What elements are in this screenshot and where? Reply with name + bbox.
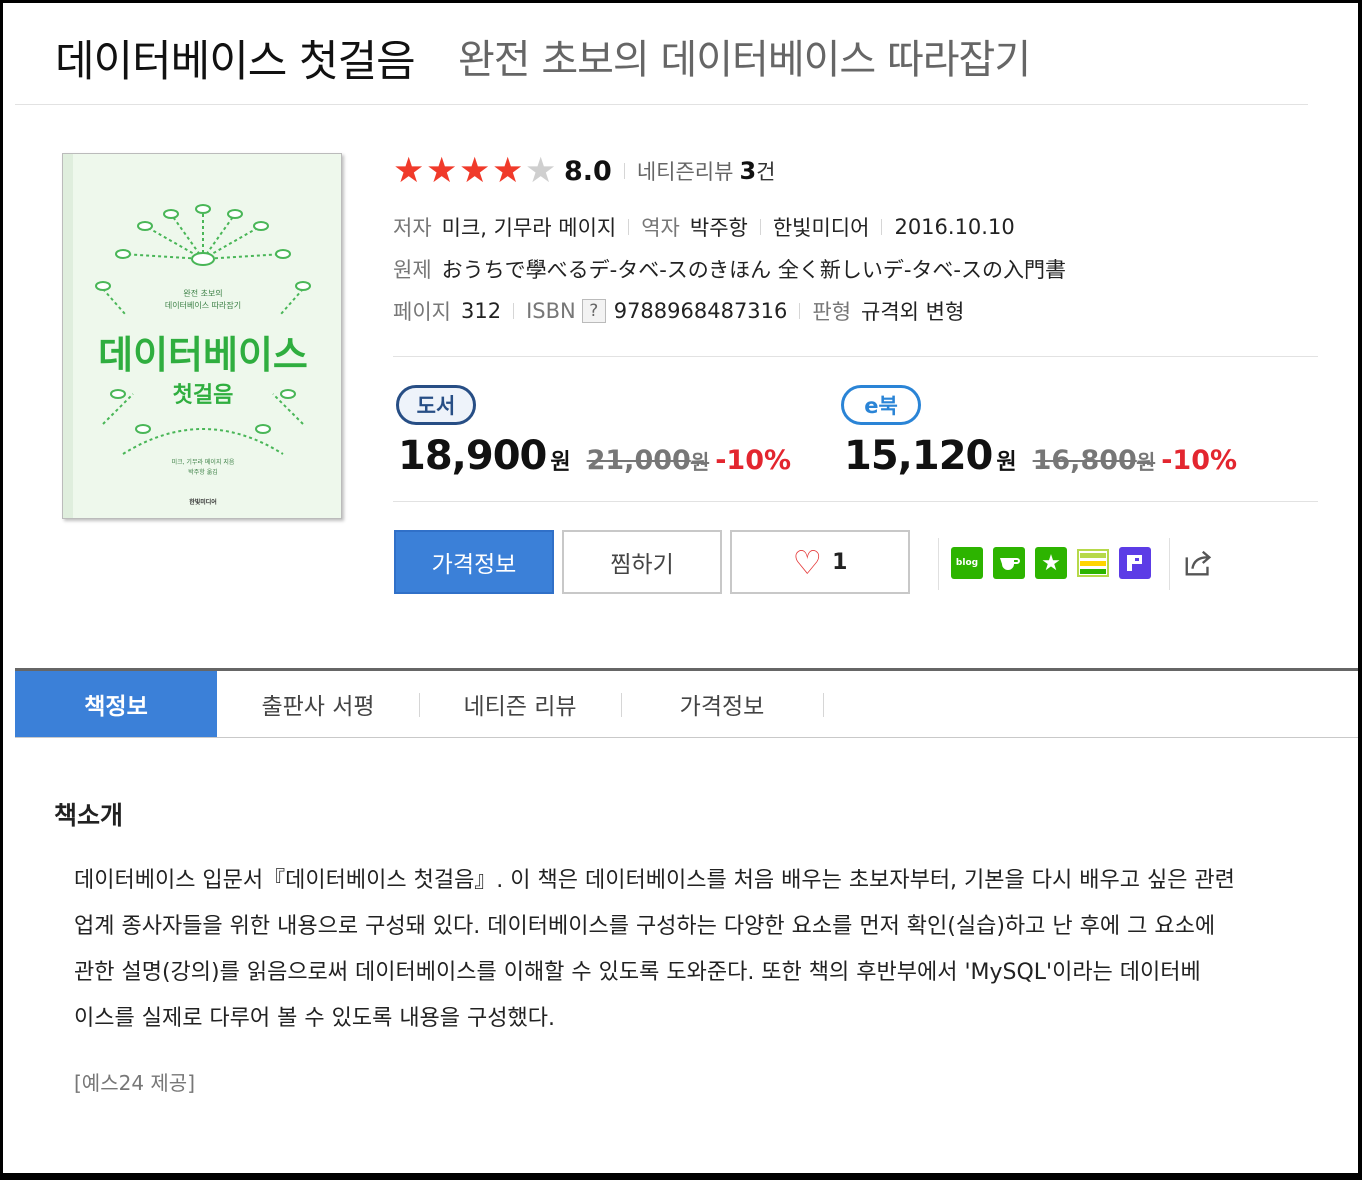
translator-label: 역자 bbox=[641, 216, 680, 240]
p-glyph bbox=[1127, 555, 1142, 571]
book-badge[interactable]: 도서 bbox=[396, 385, 476, 425]
blog-icon-label: blog bbox=[955, 558, 979, 568]
tab-book-info[interactable]: 책정보 bbox=[15, 671, 217, 737]
cover-series-line1: 완전 초보의 bbox=[183, 288, 222, 298]
cover-subtitle: 첫걸음 bbox=[173, 383, 234, 408]
book-price-unit: 원 bbox=[550, 450, 571, 475]
ebook-price: 15,120 bbox=[844, 433, 993, 479]
format-label: 판형 bbox=[812, 300, 852, 324]
book-original-price: 21,000 bbox=[586, 445, 691, 476]
list-glyph bbox=[1077, 549, 1109, 577]
description-line: 업계 종사자들을 위한 내용으로 구성돼 있다. 데이터베이스를 구성하는 다양… bbox=[74, 914, 1216, 939]
description-line: 관한 설명(강의)를 읽음으로써 데이터베이스를 이해할 수 있도록 도와준다.… bbox=[74, 960, 1201, 985]
divider bbox=[759, 219, 761, 235]
share-glyph bbox=[1185, 550, 1212, 576]
like-count: 1 bbox=[832, 549, 848, 575]
cover-series-line2: 데이터베이스 따라잡기 bbox=[165, 300, 241, 310]
source-credit: [예스24 제공] bbox=[74, 1071, 196, 1095]
cup-glyph bbox=[1000, 558, 1020, 570]
section-title: 책소개 bbox=[54, 801, 124, 830]
meta-row-authors: 저자 미크, 기무라 메이지 역자 박주항 한빛미디어 2016.10.10 bbox=[393, 212, 1015, 242]
original-title-value: おうちで學べるデ-タベ-スのきほん 全く新しいデ-タベ-スの入門書 bbox=[441, 258, 1066, 282]
divider bbox=[1169, 538, 1170, 590]
description-line: 이스를 실제로 다루어 볼 수 있도록 내용을 구성했다. bbox=[74, 1006, 555, 1031]
star-empty-icon: ★ bbox=[525, 150, 557, 191]
book-original-unit: 원 bbox=[690, 450, 710, 474]
meta-row-details: 페이지 312 ISBN ? 9788968487316 판형 규격외 변형 bbox=[393, 296, 964, 326]
product-page: 데이터베이스 첫걸음 완전 초보의 데이터베이스 따라잡기 완전 초보의 데이터… bbox=[3, 3, 1358, 1173]
wishlist-button[interactable]: 찜하기 bbox=[562, 530, 722, 594]
star-icon: ★ bbox=[393, 150, 425, 191]
cover-art: 완전 초보의 데이터베이스 따라잡기 데이터베이스 첫걸음 미크, 기무라 메이… bbox=[63, 154, 341, 518]
divider bbox=[938, 538, 939, 590]
divider bbox=[823, 693, 824, 717]
blog-icon[interactable]: blog bbox=[951, 547, 983, 579]
cover-authors: 미크, 기무라 메이지 지음 bbox=[172, 458, 235, 466]
book-cover-image[interactable]: 완전 초보의 데이터베이스 따라잡기 데이터베이스 첫걸음 미크, 기무라 메이… bbox=[62, 153, 342, 519]
rating-score: 8.0 bbox=[564, 155, 612, 187]
isbn-value: 9788968487316 bbox=[613, 299, 788, 323]
bookmark-star-icon[interactable]: ★ bbox=[1035, 547, 1067, 579]
ebook-price-unit: 원 bbox=[996, 450, 1017, 475]
divider bbox=[393, 356, 1318, 357]
star-icon: ★ bbox=[459, 150, 491, 191]
divider bbox=[623, 163, 625, 179]
publisher-value[interactable]: 한빛미디어 bbox=[773, 212, 870, 242]
author-label: 저자 bbox=[393, 216, 432, 240]
share-icon[interactable] bbox=[1183, 547, 1215, 579]
divider bbox=[799, 303, 801, 319]
heart-icon: ♡ bbox=[792, 542, 823, 582]
ebook-discount: -10% bbox=[1161, 445, 1238, 476]
author-value[interactable]: 미크, 기무라 메이지 bbox=[442, 212, 617, 242]
rating-row: ★ ★ ★ ★ ★ 8.0 네티즌리뷰 3 건 bbox=[393, 151, 775, 191]
isbn-label: ISBN bbox=[526, 299, 576, 323]
tab-price-info[interactable]: 가격정보 bbox=[621, 671, 823, 737]
star-rating: ★ ★ ★ ★ ★ bbox=[393, 150, 558, 191]
tab-publisher-review[interactable]: 출판사 서평 bbox=[217, 671, 419, 737]
like-button[interactable]: ♡ 1 bbox=[730, 530, 910, 594]
page-subtitle: 완전 초보의 데이터베이스 따라잡기 bbox=[458, 37, 1031, 83]
star-icon: ★ bbox=[426, 150, 458, 191]
divider bbox=[393, 501, 1318, 502]
pages-value: 312 bbox=[460, 299, 502, 323]
page-title: 데이터베이스 첫걸음 bbox=[55, 37, 416, 87]
ebook-badge[interactable]: e북 bbox=[841, 385, 921, 425]
book-price: 18,900 bbox=[398, 433, 547, 479]
isbn-help-icon[interactable]: ? bbox=[581, 299, 606, 323]
publish-date: 2016.10.10 bbox=[894, 215, 1015, 239]
description-line: 데이터베이스 입문서『데이터베이스 첫걸음』. 이 책은 데이터베이스를 처음 … bbox=[74, 868, 1235, 893]
star-icon: ★ bbox=[492, 150, 524, 191]
divider bbox=[513, 303, 515, 319]
price-info-button[interactable]: 가격정보 bbox=[394, 530, 554, 594]
tab-user-reviews[interactable]: 네티즌 리뷰 bbox=[419, 671, 621, 737]
p-icon[interactable] bbox=[1119, 547, 1151, 579]
cover-title: 데이터베이스 bbox=[98, 333, 308, 377]
original-title-label: 원제 bbox=[393, 258, 432, 282]
title-bar: 데이터베이스 첫걸음 완전 초보의 데이터베이스 따라잡기 bbox=[15, 3, 1308, 105]
divider bbox=[628, 219, 630, 235]
ebook-original-price: 16,800 bbox=[1032, 445, 1137, 476]
review-unit: 건 bbox=[756, 160, 776, 184]
translator-value[interactable]: 박주항 bbox=[690, 212, 748, 242]
cover-publisher: 한빛미디어 bbox=[189, 498, 217, 506]
cafe-icon[interactable] bbox=[993, 547, 1025, 579]
ebook-original-unit: 원 bbox=[1136, 450, 1156, 474]
review-label[interactable]: 네티즌리뷰 bbox=[637, 156, 734, 186]
cover-translator: 박주항 옮김 bbox=[188, 468, 218, 476]
divider bbox=[881, 219, 883, 235]
book-price-row: 18,900 원 21,000 원 -10% bbox=[398, 433, 791, 479]
format-value: 규격외 변형 bbox=[861, 300, 965, 324]
book-description: 데이터베이스 입문서『데이터베이스 첫걸음』. 이 책은 데이터베이스를 처음 … bbox=[74, 858, 1344, 1042]
tab-bar: 책정보 출판사 서평 네티즌 리뷰 가격정보 bbox=[15, 668, 1358, 738]
ebook-price-row: 15,120 원 16,800 원 -10% bbox=[844, 433, 1237, 479]
list-icon[interactable] bbox=[1077, 547, 1109, 579]
review-count[interactable]: 3 bbox=[739, 157, 756, 185]
meta-row-original: 원제 おうちで學べるデ-タベ-スのきほん 全く新しいデ-タベ-スの入門書 bbox=[393, 254, 1066, 284]
pages-label: 페이지 bbox=[393, 300, 451, 324]
book-discount: -10% bbox=[715, 445, 792, 476]
